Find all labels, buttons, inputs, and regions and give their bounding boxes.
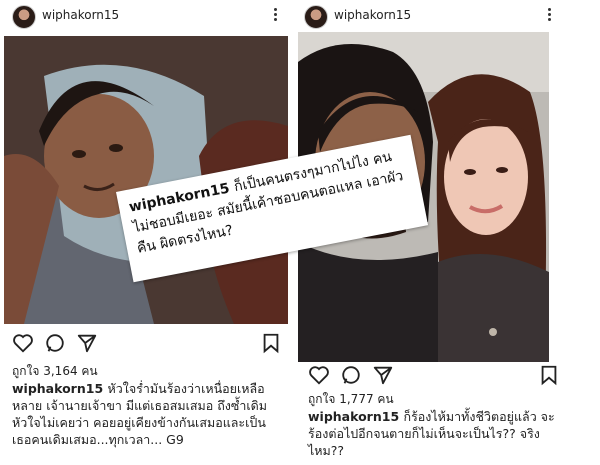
caption-username[interactable]: wiphakorn15 (308, 409, 404, 424)
post-actions (12, 332, 282, 356)
heart-icon[interactable] (12, 332, 34, 354)
post-actions (308, 364, 558, 388)
share-icon[interactable] (372, 364, 394, 386)
heart-icon[interactable] (308, 364, 330, 386)
post-header: wiphakorn15 (292, 0, 600, 34)
post-caption: wiphakorn15 ก็ร้องไห้มาทั้งชีวิตอยู่แล้ว… (308, 408, 570, 459)
like-count[interactable]: ถูกใจ 1,777 คน (308, 390, 394, 409)
avatar[interactable] (304, 5, 328, 29)
comment-icon[interactable] (44, 332, 66, 354)
post-header: wiphakorn15 (0, 0, 292, 34)
avatar[interactable] (12, 5, 36, 29)
post-caption: wiphakorn15 หัวใจร่ำมันร้องว่าเหนื่อยเหล… (12, 380, 284, 448)
share-icon[interactable] (76, 332, 98, 354)
like-count[interactable]: ถูกใจ 3,164 คน (12, 362, 98, 381)
bookmark-icon[interactable] (538, 364, 560, 386)
username[interactable]: wiphakorn15 (334, 8, 411, 22)
more-options-icon[interactable] (272, 6, 278, 26)
caption-username[interactable]: wiphakorn15 (12, 381, 108, 396)
bookmark-icon[interactable] (260, 332, 282, 354)
username[interactable]: wiphakorn15 (42, 8, 119, 22)
comment-icon[interactable] (340, 364, 362, 386)
more-options-icon[interactable] (546, 6, 552, 26)
